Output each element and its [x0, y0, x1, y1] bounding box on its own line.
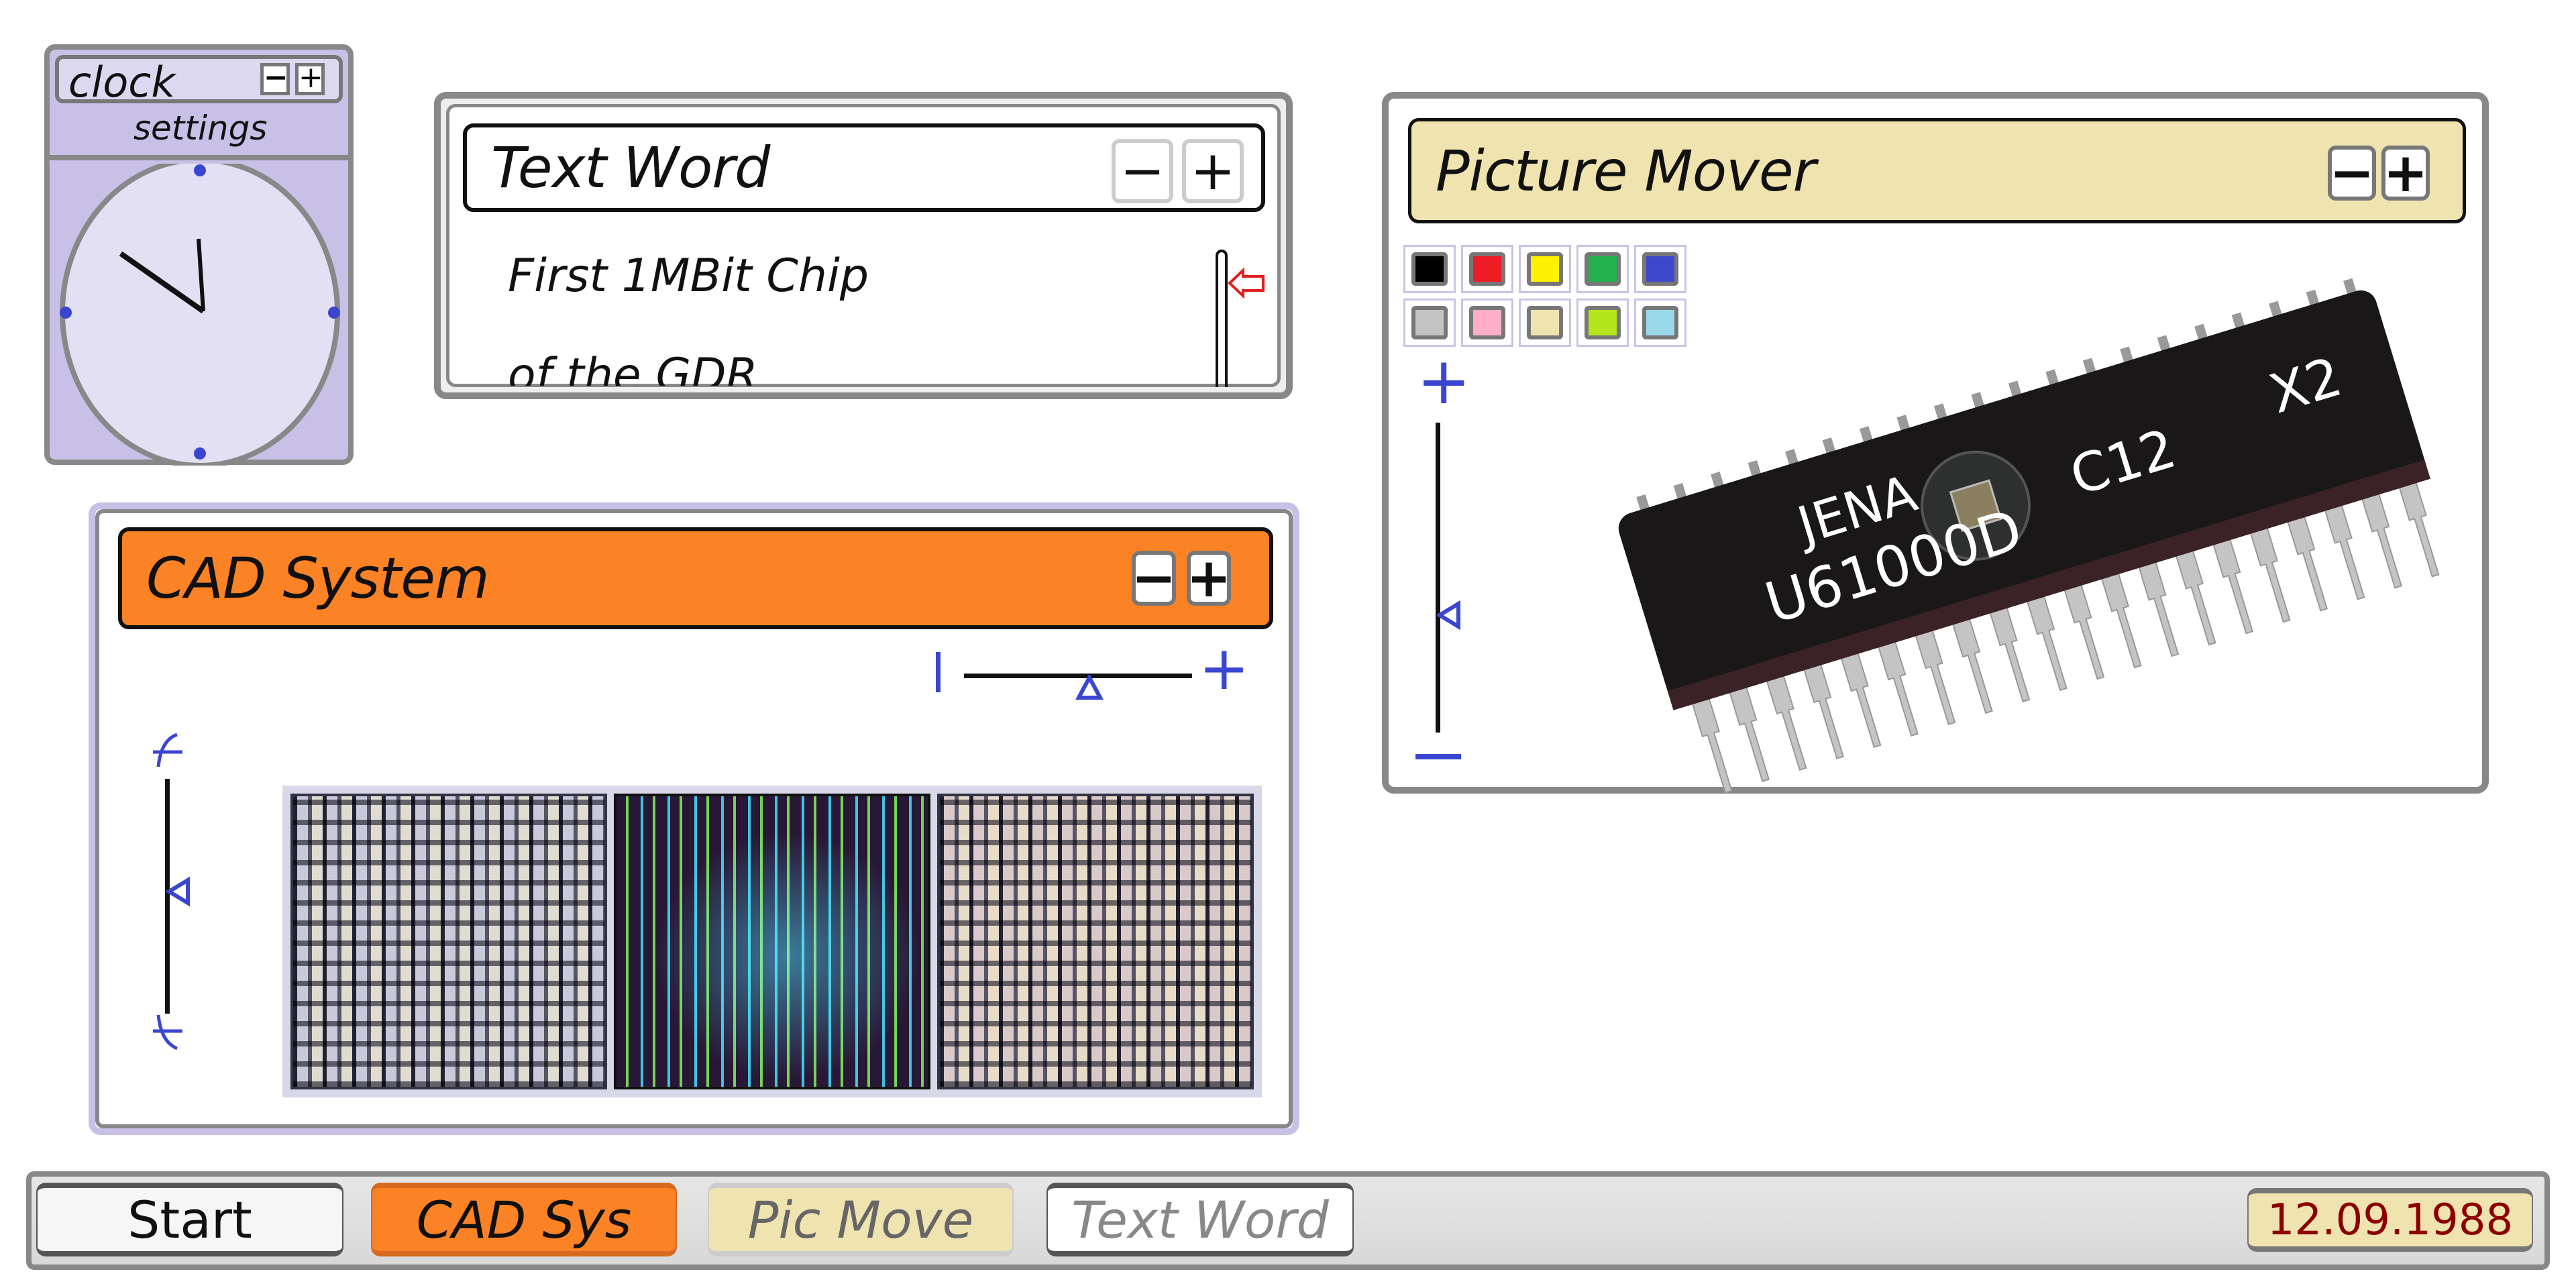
clock-window: clock − + settings	[44, 44, 354, 466]
chip-picture[interactable]: JENA U61000D C12 X2	[1523, 233, 2462, 796]
cad-maximize-button[interactable]: +	[1186, 551, 1232, 606]
zoom-out-icon[interactable]	[1415, 754, 1461, 759]
text-word-window: Text Word − + First 1MBit Chip of the GD…	[434, 92, 1293, 399]
cad-title-bar[interactable]: CAD System	[118, 527, 1273, 629]
die-panel-right	[937, 794, 1254, 1089]
text-word-title: Text Word	[491, 135, 770, 201]
text-word-maximize-button[interactable]: +	[1182, 139, 1244, 203]
clock-tick-12	[194, 164, 206, 176]
die-panel-left	[290, 794, 607, 1089]
color-swatch[interactable]	[1403, 245, 1456, 293]
clock-tick-9	[60, 307, 72, 319]
v-slider-top-icon[interactable]	[148, 731, 188, 771]
clock-face	[60, 164, 340, 466]
zoom-slider-thumb-icon[interactable]	[1437, 598, 1464, 632]
clock-minimize-button[interactable]: −	[260, 63, 290, 95]
taskbar-item-pic-move[interactable]: Pic Move	[708, 1183, 1014, 1256]
divider	[50, 155, 348, 160]
color-swatch[interactable]	[1403, 299, 1456, 347]
picture-mover-window: Picture Mover − + + JENA U61000D C12 X2	[1382, 92, 2489, 794]
date-display: 12.09.1988	[2247, 1188, 2533, 1252]
taskbar-item-cad-sys[interactable]: CAD Sys	[371, 1183, 677, 1256]
clock-maximize-button[interactable]: +	[295, 63, 325, 95]
zoom-in-icon[interactable]: +	[1417, 349, 1470, 413]
cad-v-slider[interactable]	[142, 731, 203, 1053]
text-line: First 1MBit Chip	[508, 250, 869, 303]
scroll-position-arrow-icon	[1228, 267, 1265, 299]
h-slider-thumb-icon[interactable]	[1075, 675, 1104, 702]
chip-die-image[interactable]	[282, 786, 1262, 1097]
picture-mover-maximize-button[interactable]: +	[2381, 146, 2430, 201]
text-word-content[interactable]: First 1MBit Chip of the GDR	[461, 229, 1199, 386]
picture-mover-title: Picture Mover	[1436, 138, 1816, 204]
v-slider-bottom-icon[interactable]	[148, 1012, 188, 1053]
start-button[interactable]: Start	[36, 1183, 343, 1256]
picture-mover-title-bar[interactable]: Picture Mover	[1408, 118, 2466, 223]
cad-title: CAD System	[146, 545, 490, 611]
text-word-minimize-button[interactable]: −	[1112, 139, 1173, 203]
picture-mover-minimize-button[interactable]: −	[2328, 146, 2376, 201]
clock-settings-link[interactable]: settings	[133, 109, 267, 148]
clock-tick-6	[194, 447, 206, 460]
zoom-slider[interactable]: +	[1415, 349, 1470, 766]
color-swatch[interactable]	[1461, 299, 1513, 347]
clock-title-bar[interactable]: clock − +	[55, 55, 343, 107]
clock-tick-3	[328, 307, 340, 319]
text-word-scrollbar[interactable]	[1216, 250, 1228, 387]
cad-minimize-button[interactable]: −	[1131, 551, 1177, 606]
v-slider-thumb-icon[interactable]	[166, 875, 193, 908]
h-slider-min-icon[interactable]	[936, 652, 941, 692]
clock-title: clock	[68, 58, 176, 107]
color-swatch[interactable]	[1461, 245, 1513, 293]
die-panel-middle	[614, 794, 930, 1089]
zoom-slider-track[interactable]	[1436, 423, 1440, 733]
cad-system-window: CAD System − + +	[89, 502, 1299, 1135]
taskbar-item-text-word[interactable]: Text Word	[1046, 1183, 1354, 1256]
text-line: of the GDR	[508, 349, 758, 386]
h-slider-max-icon[interactable]: +	[1199, 639, 1249, 699]
cad-h-slider[interactable]: +	[927, 639, 1249, 714]
